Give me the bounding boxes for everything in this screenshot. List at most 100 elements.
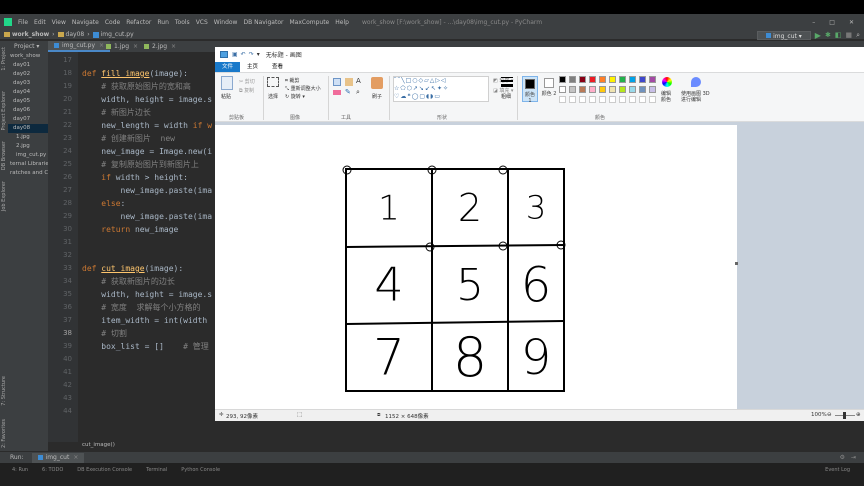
nav-file[interactable]: img_cut.py (101, 31, 134, 38)
select-icon[interactable] (267, 77, 279, 87)
side-tab-structure[interactable]: 7: Structure (1, 376, 7, 406)
magnifier-icon[interactable]: ⌕ (356, 88, 360, 97)
zoom-slider-thumb[interactable] (843, 412, 846, 419)
tree-item[interactable]: ratches and Co (8, 169, 48, 178)
menu-view[interactable]: View (49, 19, 69, 26)
close-tab-icon[interactable]: × (171, 43, 176, 50)
fill-icon[interactable] (345, 78, 353, 86)
project-dropdown[interactable]: Project ▾ (14, 43, 39, 50)
palette-swatch[interactable] (569, 86, 576, 93)
thickness-button[interactable]: 粗细 (501, 93, 511, 100)
menu-maxcompute[interactable]: MaxCompute (286, 19, 332, 26)
palette-swatch[interactable] (609, 86, 616, 93)
menu-window[interactable]: Window (211, 19, 241, 26)
custom-color-slot[interactable] (589, 96, 596, 103)
custom-color-slot[interactable] (649, 96, 656, 103)
tree-item[interactable]: day02 (8, 70, 48, 79)
custom-color-slot[interactable] (619, 96, 626, 103)
palette-swatch[interactable] (619, 86, 626, 93)
tree-item[interactable]: day07 (8, 115, 48, 124)
palette-swatch[interactable] (629, 76, 636, 83)
palette-swatch[interactable] (599, 76, 606, 83)
cut-button[interactable]: ✂ 剪切 (239, 78, 255, 85)
custom-color-slot[interactable] (639, 96, 646, 103)
custom-color-slot[interactable] (579, 96, 586, 103)
paint3d-icon[interactable] (691, 77, 701, 87)
shapes-gallery[interactable]: ⌒╲□○◇▱△▷◁ ☆⬠⬡↗↘↙↖✦✧ ♡☁❝◯▢◖◗▭ (393, 76, 489, 102)
menu-db-navigator[interactable]: DB Navigator (240, 19, 286, 26)
tool-python-console[interactable]: Python Console (181, 467, 220, 473)
side-tab-db-browser[interactable]: DB Browser (1, 141, 7, 170)
menu-file[interactable]: File (15, 19, 31, 26)
stop-icon[interactable]: ■ (845, 31, 852, 39)
side-tab-job-explorer[interactable]: Job Explorer (1, 181, 7, 211)
save-icon[interactable]: ▣ (232, 51, 238, 58)
tool-terminal[interactable]: Terminal (146, 467, 167, 473)
settings-icon[interactable]: ⚙ (840, 454, 845, 461)
coverage-icon[interactable]: ◧ (835, 31, 842, 39)
palette-swatch[interactable] (639, 76, 646, 83)
maximize-icon[interactable]: □ (829, 19, 835, 26)
tool-todo[interactable]: 6: TODO (42, 467, 63, 473)
custom-color-slot[interactable] (569, 96, 576, 103)
palette-swatch[interactable] (579, 86, 586, 93)
palette-swatch[interactable] (599, 86, 606, 93)
run-tab[interactable]: img_cut × (31, 452, 85, 463)
drawing-canvas[interactable]: 1 2 3 4 56 789 (215, 125, 737, 409)
color1-selector[interactable]: 颜色 1 (522, 76, 538, 104)
custom-color-slot[interactable] (609, 96, 616, 103)
palette-swatch[interactable] (589, 86, 596, 93)
run-config-select[interactable]: img_cut ▾ (757, 30, 811, 40)
menu-edit[interactable]: Edit (31, 19, 49, 26)
close-tab-icon[interactable]: × (73, 454, 78, 461)
palette-swatch[interactable] (579, 76, 586, 83)
palette-swatch[interactable] (609, 76, 616, 83)
tool-run[interactable]: 4: Run (12, 467, 28, 473)
tree-item[interactable]: day08 (8, 124, 48, 133)
nav-folder[interactable]: day08 (66, 31, 85, 38)
edit-colors-icon[interactable] (662, 77, 672, 87)
side-tab-project-explorer[interactable]: Project Explorer (1, 91, 7, 131)
palette-swatch[interactable] (619, 76, 626, 83)
quick-access-dropdown-icon[interactable]: ▾ (257, 51, 260, 58)
custom-color-slot[interactable] (599, 96, 606, 103)
tab-view[interactable]: 查看 (265, 62, 290, 72)
tool-db-console[interactable]: DB Execution Console (77, 467, 132, 473)
menu-tools[interactable]: Tools (172, 19, 193, 26)
copy-button[interactable]: ⧉ 复制 (239, 87, 254, 94)
rotate-button[interactable]: ↻ 旋转 ▾ (285, 93, 305, 100)
palette-swatch[interactable] (639, 86, 646, 93)
resize-handle[interactable] (735, 262, 738, 265)
tab-2-jpg[interactable]: 2.jpg × (138, 41, 182, 52)
tree-item[interactable]: img_cut.py (8, 151, 48, 160)
palette-swatch[interactable] (559, 86, 566, 93)
color-picker-icon[interactable]: ✎ (345, 88, 351, 96)
search-icon[interactable]: ⌕ (856, 31, 860, 40)
breadcrumb[interactable]: cut_image() (78, 440, 216, 450)
palette-swatch[interactable] (569, 76, 576, 83)
menu-help[interactable]: Help (332, 19, 352, 26)
palette-swatch[interactable] (589, 76, 596, 83)
code-editor[interactable]: def fill_image(image): # 获取原始图片的宽和高 widt… (78, 52, 216, 442)
menu-run[interactable]: Run (154, 19, 172, 26)
tree-item[interactable]: 1.jpg (8, 133, 48, 142)
brush-icon[interactable] (371, 77, 383, 89)
paste-icon[interactable] (221, 76, 233, 90)
palette-swatch[interactable] (629, 86, 636, 93)
zoom-in-icon[interactable]: ⊕ (856, 412, 861, 418)
side-tab-favorites[interactable]: 2: Favorites (1, 419, 7, 448)
tree-item[interactable]: day05 (8, 97, 48, 106)
redo-icon[interactable]: ↷ (249, 51, 254, 58)
edit-colors-button[interactable]: 编辑颜色 (661, 91, 675, 103)
palette-swatch[interactable] (649, 86, 656, 93)
side-tab-project[interactable]: 1: Project (1, 47, 7, 71)
tree-item[interactable]: 2.jpg (8, 142, 48, 151)
menu-code[interactable]: Code (102, 19, 123, 26)
resize-button[interactable]: ⤡ 重新调整大小 (285, 85, 321, 92)
custom-color-slot[interactable] (629, 96, 636, 103)
crop-button[interactable]: ⌗ 裁剪 (285, 77, 299, 84)
zoom-out-icon[interactable]: ⊖ (827, 412, 832, 418)
hide-icon[interactable]: ⇥ (851, 454, 856, 461)
tree-item[interactable]: day04 (8, 88, 48, 97)
tree-item[interactable]: ternal Libraries (8, 160, 48, 169)
